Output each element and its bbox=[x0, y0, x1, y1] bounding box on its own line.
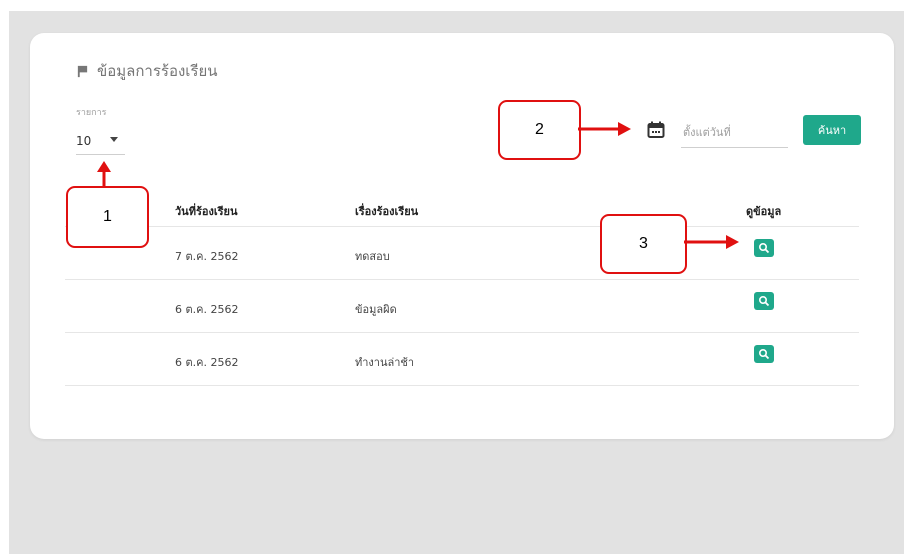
annotation-2-box: 2 bbox=[498, 100, 581, 160]
search-button[interactable]: ค้นหา bbox=[803, 115, 861, 145]
search-icon bbox=[758, 348, 770, 360]
annotation-3-box: 3 bbox=[600, 214, 687, 274]
table-header: วันที่ร้องเรียน เรื่องร้องเรียน ดูข้อมูล bbox=[65, 190, 859, 227]
column-header-subject: เรื่องร้องเรียน bbox=[355, 205, 419, 218]
row-date: 6 ต.ค. 2562 bbox=[175, 303, 239, 316]
flag-icon bbox=[77, 65, 88, 77]
row-subject: ข้อมูลผิด bbox=[355, 303, 397, 316]
annotation-3-arrow bbox=[684, 235, 739, 249]
top-strip bbox=[0, 0, 904, 11]
column-header-date: วันที่ร้องเรียน bbox=[175, 205, 238, 218]
card-title: ข้อมูลการร้องเรียน bbox=[76, 59, 218, 83]
annotation-1-arrow bbox=[97, 161, 111, 187]
row-subject: ทำงานล่าช้า bbox=[355, 356, 415, 369]
annotation-2-arrow bbox=[578, 122, 631, 136]
search-icon bbox=[758, 295, 770, 307]
date-from-input[interactable] bbox=[681, 117, 788, 148]
complaints-card: ข้อมูลการร้องเรียน รายการ 10 ค้นหา วันที… bbox=[30, 33, 894, 439]
table-row: 6 ต.ค. 2562 ข้อมูลผิด bbox=[65, 280, 859, 333]
card-title-text: ข้อมูลการร้องเรียน bbox=[97, 62, 218, 80]
search-icon bbox=[758, 242, 770, 254]
row-subject: ทดสอบ bbox=[355, 250, 390, 263]
left-strip bbox=[0, 11, 9, 554]
annotation-1-box: 1 bbox=[66, 186, 149, 248]
row-date: 6 ต.ค. 2562 bbox=[175, 356, 239, 369]
rows-per-page-value: 10 bbox=[76, 134, 92, 148]
row-date: 7 ต.ค. 2562 bbox=[175, 250, 239, 263]
view-details-button[interactable] bbox=[754, 345, 774, 363]
caret-down-icon bbox=[110, 137, 118, 142]
view-details-button[interactable] bbox=[754, 292, 774, 310]
view-details-button[interactable] bbox=[754, 239, 774, 257]
table-row: 6 ต.ค. 2562 ทำงานล่าช้า bbox=[65, 333, 859, 386]
rows-per-page-select[interactable]: 10 bbox=[76, 128, 125, 155]
calendar-icon[interactable] bbox=[647, 121, 665, 139]
rows-per-page-label: รายการ bbox=[76, 108, 107, 118]
column-header-view: ดูข้อมูล bbox=[746, 205, 782, 218]
